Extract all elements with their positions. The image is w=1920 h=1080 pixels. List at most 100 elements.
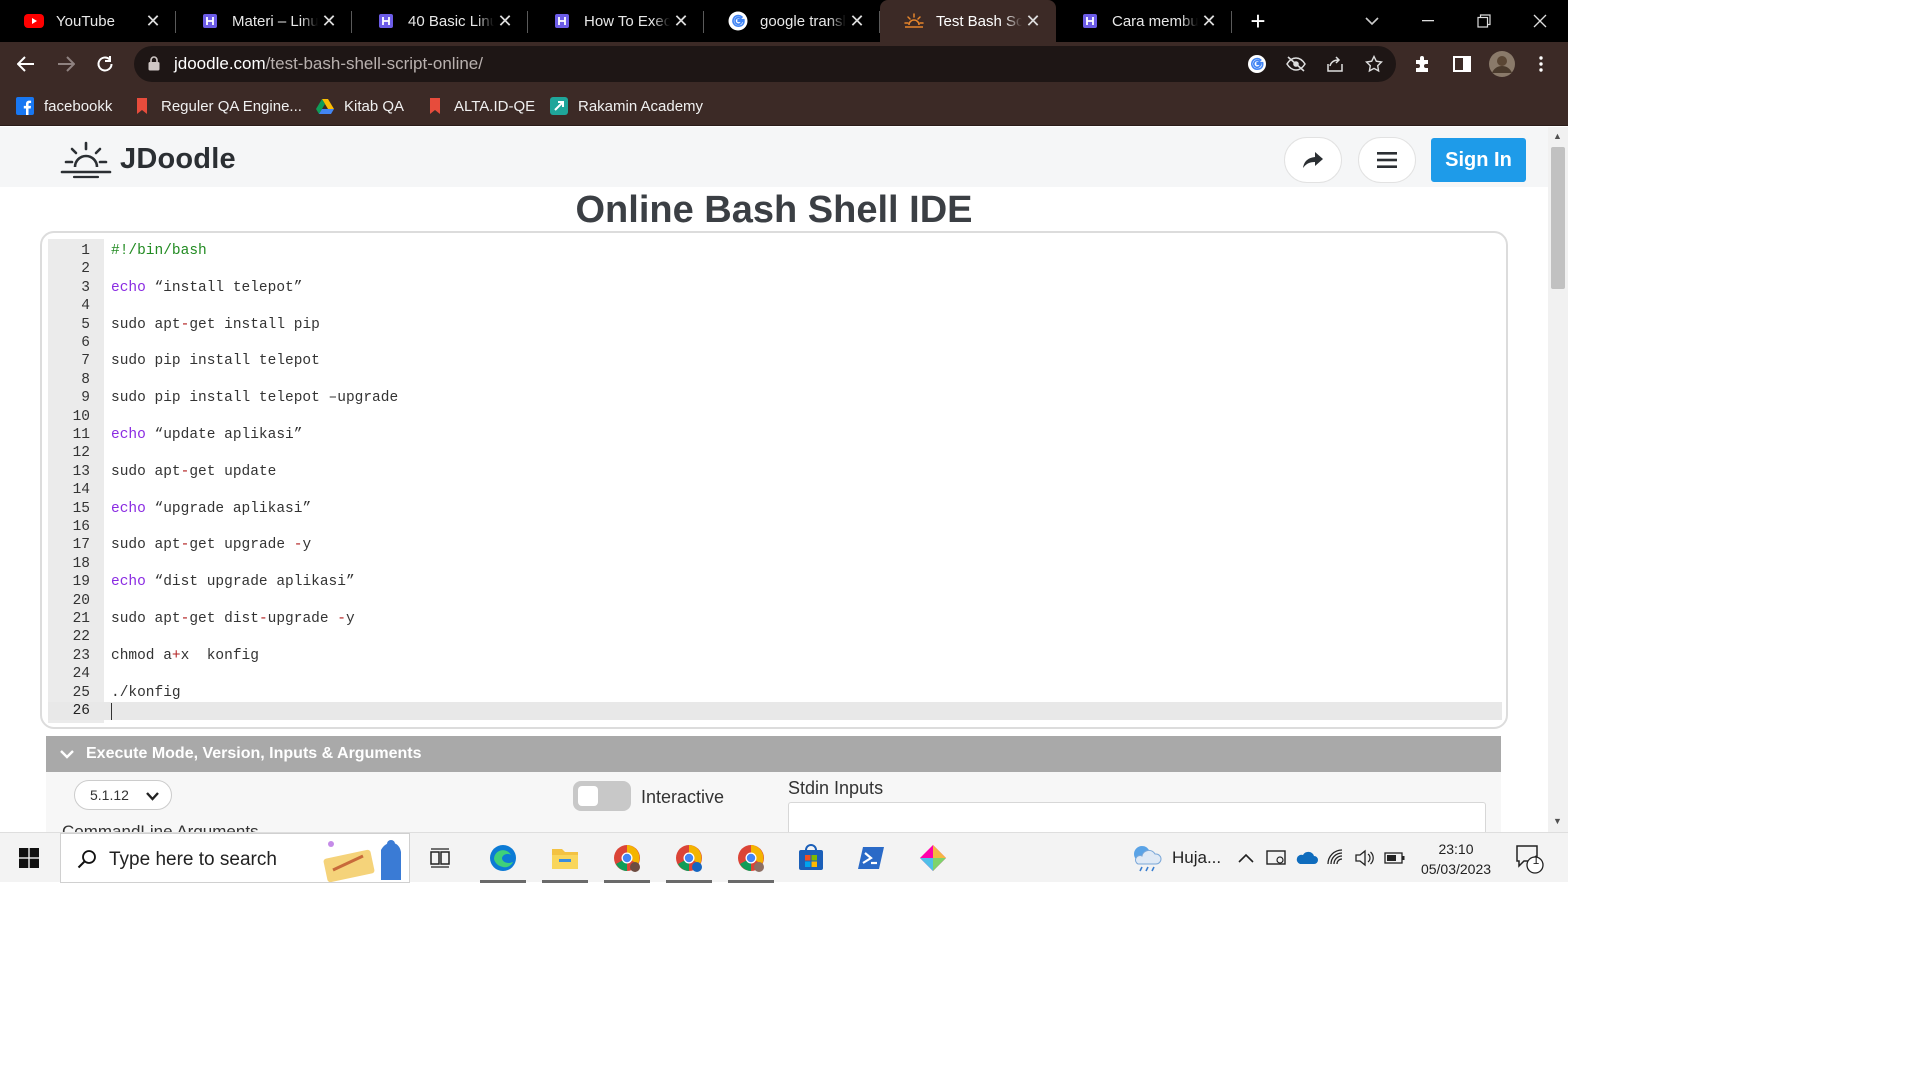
google-lens-icon[interactable]: [1247, 54, 1267, 74]
code-line[interactable]: 24: [48, 665, 1502, 683]
code-line[interactable]: 25 ./konfig: [48, 684, 1502, 702]
bookmark-item[interactable]: ALTA.ID-QE: [426, 95, 535, 117]
hamburger-menu-button[interactable]: [1358, 137, 1416, 183]
stdin-input[interactable]: [788, 802, 1486, 832]
extensions-puzzle-icon[interactable]: [1409, 50, 1437, 78]
address-bar[interactable]: jdoodle.com/test-bash-shell-script-onlin…: [134, 46, 1396, 82]
forward-arrow-icon[interactable]: [52, 50, 80, 78]
taskbar-clock[interactable]: 23:10 05/03/2023: [1414, 839, 1498, 879]
code-line[interactable]: 15 echo “upgrade aplikasi”: [48, 500, 1502, 518]
code-line[interactable]: 8: [48, 371, 1502, 389]
code-line[interactable]: 21 sudo apt-get dist-upgrade -y: [48, 610, 1502, 628]
bookmark-item[interactable]: Rakamin Academy: [550, 95, 703, 117]
back-arrow-icon[interactable]: [12, 50, 40, 78]
code-line[interactable]: 3 echo “install telepot”: [48, 279, 1502, 297]
onedrive-cloud-icon[interactable]: [1294, 833, 1318, 883]
close-tab-icon[interactable]: ✕: [1198, 11, 1220, 32]
tab-search-chevron-icon[interactable]: [1344, 0, 1400, 42]
powershell-icon[interactable]: [842, 833, 900, 883]
line-number: 21: [72, 611, 90, 627]
code-line[interactable]: 11 echo “update aplikasi”: [48, 426, 1502, 444]
code-line[interactable]: 7 sudo pip install telepot: [48, 352, 1502, 370]
tracking-eye-slash-icon[interactable]: [1286, 54, 1306, 74]
jdoodle-logo[interactable]: JDoodle: [60, 139, 236, 179]
chrome-profile-1-icon[interactable]: [598, 833, 656, 883]
browser-tab[interactable]: How To Execute✕: [528, 0, 704, 42]
url-text[interactable]: jdoodle.com/test-bash-shell-script-onlin…: [174, 54, 483, 74]
code-line[interactable]: 5 sudo apt-get install pip: [48, 316, 1502, 334]
battery-icon[interactable]: [1384, 833, 1406, 883]
scroll-down-arrow-icon[interactable]: ▼: [1553, 816, 1562, 826]
browser-tab[interactable]: 40 Basic Linux Commands✕: [352, 0, 528, 42]
page-scrollbar[interactable]: ▲ ▼: [1548, 127, 1568, 832]
code-line[interactable]: 10: [48, 408, 1502, 426]
volume-icon[interactable]: [1354, 833, 1374, 883]
code-line[interactable]: 13 sudo apt-get update: [48, 463, 1502, 481]
code-line[interactable]: 22: [48, 628, 1502, 646]
git-tool-icon[interactable]: [904, 833, 962, 883]
lock-icon[interactable]: [148, 56, 160, 76]
bookmark-item[interactable]: facebookk: [16, 95, 112, 117]
close-window-icon[interactable]: [1512, 0, 1568, 42]
search-highlight-illustration-icon: [317, 836, 409, 887]
minimize-window-icon[interactable]: [1400, 0, 1456, 42]
interactive-toggle[interactable]: [573, 781, 631, 811]
close-tab-icon[interactable]: ✕: [318, 11, 340, 32]
site-header: JDoodle Sign In: [0, 127, 1548, 187]
bookmark-star-icon[interactable]: [1364, 54, 1384, 74]
browser-tab[interactable]: YouTube ✕: [0, 0, 176, 42]
code-line[interactable]: 26: [48, 702, 1502, 721]
notification-center-icon[interactable]: 1: [1514, 833, 1544, 883]
close-tab-icon[interactable]: ✕: [494, 11, 516, 32]
scrollbar-thumb[interactable]: [1551, 147, 1565, 289]
code-line[interactable]: 12: [48, 444, 1502, 462]
close-tab-icon[interactable]: ✕: [846, 11, 868, 32]
weather-widget[interactable]: Huja...: [1130, 833, 1221, 883]
browser-tab[interactable]: google translate✕: [704, 0, 880, 42]
close-tab-icon[interactable]: ✕: [670, 11, 692, 32]
chrome-profile-3-icon[interactable]: [722, 833, 780, 883]
chrome-profile-2-icon[interactable]: [660, 833, 718, 883]
wifi-icon[interactable]: [1326, 833, 1346, 883]
code-line[interactable]: 16: [48, 518, 1502, 536]
code-editor[interactable]: 1 #!/bin/bash 2 3 echo “install telepot” 4 5 su…: [48, 239, 1502, 723]
code-line[interactable]: 1 #!/bin/bash: [48, 242, 1502, 260]
restore-window-icon[interactable]: [1456, 0, 1512, 42]
browser-tab[interactable]: Test Bash Script✕: [880, 0, 1056, 42]
show-hidden-icons-chevron-icon[interactable]: [1238, 833, 1254, 883]
tray-display-icon[interactable]: [1266, 833, 1286, 883]
taskbar-search-box[interactable]: Type here to search: [60, 833, 410, 883]
code-line[interactable]: 4: [48, 297, 1502, 315]
windows-start-button[interactable]: [0, 833, 58, 883]
version-select[interactable]: 5.1.12: [74, 780, 172, 810]
code-line[interactable]: 2: [48, 260, 1502, 278]
new-tab-button[interactable]: +: [1232, 0, 1284, 42]
edge-browser-icon[interactable]: [474, 833, 532, 883]
sign-in-button[interactable]: Sign In: [1431, 138, 1526, 182]
bookmark-item[interactable]: Kitab QA: [316, 95, 404, 117]
close-tab-icon[interactable]: ✕: [1022, 11, 1044, 32]
code-line[interactable]: 14: [48, 481, 1502, 499]
microsoft-store-icon[interactable]: [782, 833, 840, 883]
scroll-up-arrow-icon[interactable]: ▲: [1553, 131, 1562, 141]
browser-tab[interactable]: Materi – Linux ✕: [176, 0, 352, 42]
code-line[interactable]: 19 echo “dist upgrade aplikasi”: [48, 573, 1502, 591]
code-line[interactable]: 9 sudo pip install telepot –upgrade: [48, 389, 1502, 407]
execute-options-header[interactable]: Execute Mode, Version, Inputs & Argument…: [46, 736, 1501, 772]
code-line[interactable]: 6: [48, 334, 1502, 352]
file-explorer-icon[interactable]: [536, 833, 594, 883]
share-button[interactable]: [1284, 137, 1342, 183]
browser-tab[interactable]: Cara membuat✕: [1056, 0, 1232, 42]
profile-avatar[interactable]: [1488, 50, 1516, 78]
close-tab-icon[interactable]: ✕: [142, 11, 164, 32]
bookmark-item[interactable]: Reguler QA Engine...: [133, 95, 302, 117]
share-icon[interactable]: [1325, 54, 1345, 74]
side-panel-icon[interactable]: [1448, 50, 1476, 78]
chrome-menu-icon[interactable]: [1527, 50, 1555, 78]
code-line[interactable]: 20: [48, 592, 1502, 610]
code-line[interactable]: 23 chmod a+x konfig: [48, 647, 1502, 665]
reload-icon[interactable]: [91, 50, 119, 78]
code-line[interactable]: 17 sudo apt-get upgrade -y: [48, 536, 1502, 554]
code-line[interactable]: 18: [48, 555, 1502, 573]
task-view-icon[interactable]: [412, 833, 470, 883]
